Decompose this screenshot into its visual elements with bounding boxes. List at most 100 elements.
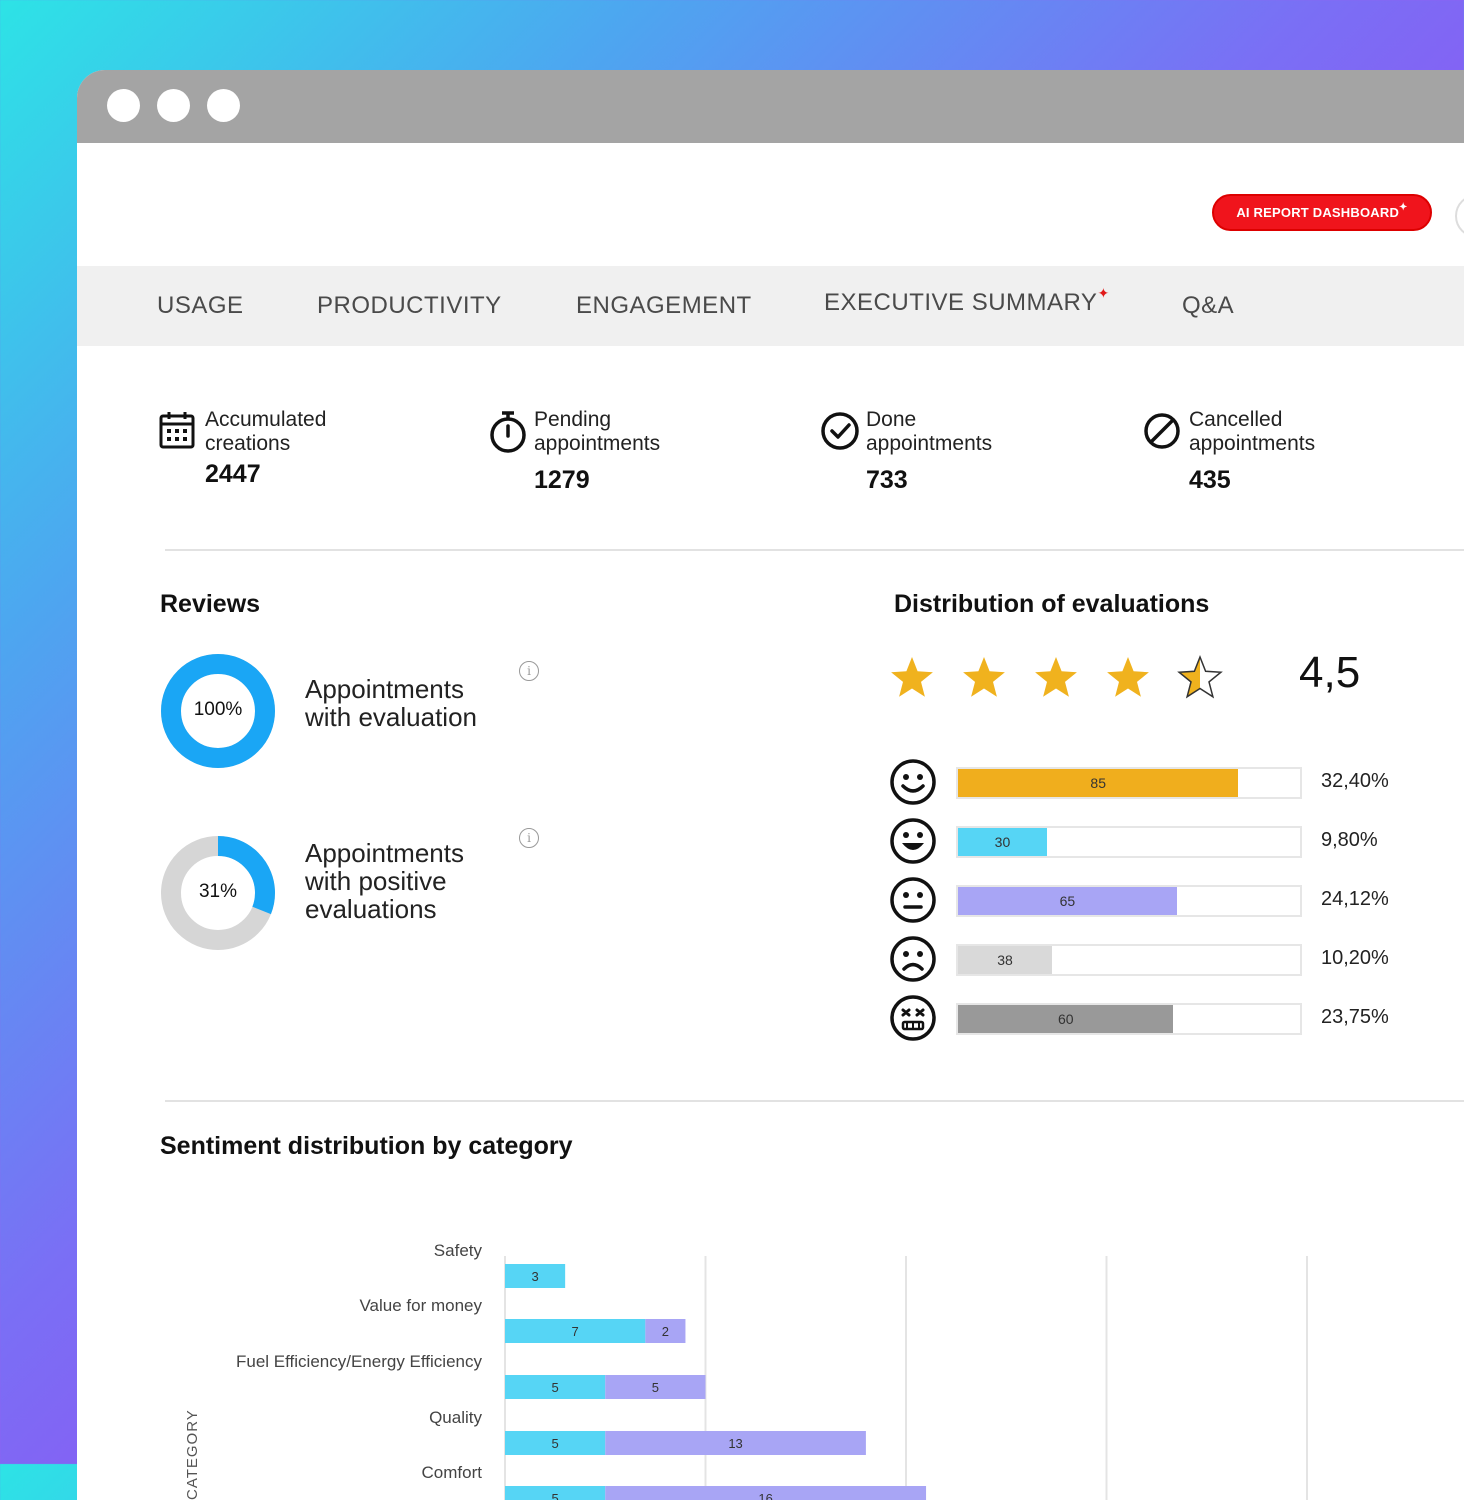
- distribution-percent: 23,75%: [1321, 1006, 1389, 1028]
- distribution-bar: 85: [958, 769, 1239, 797]
- kpi-label-line: creations: [205, 432, 291, 455]
- donut-value: 31%: [198, 881, 238, 902]
- distribution-bar: 38: [958, 946, 1053, 974]
- bar-value: 38: [997, 952, 1013, 968]
- sad-face-icon: [890, 936, 936, 982]
- ai-report-dashboard-button[interactable]: AI REPORT DASHBOARD ✦: [1212, 194, 1432, 231]
- star-icon: [963, 657, 1005, 697]
- neutral-face-icon: [890, 877, 936, 923]
- tab-label: EXECUTIVE SUMMARY: [824, 289, 1098, 316]
- distribution-percent: 10,20%: [1321, 947, 1389, 969]
- distribution-bar: 60: [958, 1005, 1174, 1033]
- ai-report-dashboard-label: AI REPORT DASHBOARD: [1236, 205, 1400, 220]
- bar-value: 60: [1057, 1011, 1074, 1027]
- bar-value: 85: [1090, 775, 1106, 791]
- kpi-label-line: Pending: [534, 408, 612, 431]
- sentiment-title: Sentiment distribution by category: [160, 1132, 573, 1160]
- chart-data-label: 5: [552, 1491, 559, 1500]
- very-happy-face-icon: [890, 759, 936, 805]
- chart-data-label: 5: [552, 1436, 559, 1451]
- chart-category-label: Quality: [429, 1408, 482, 1427]
- kpi-value: 2447: [205, 460, 261, 488]
- sentiment-chart: CATEGORY Safety 3 Value for money 7 2 Fuel Eff…: [184, 1241, 1308, 1500]
- section-divider: [165, 1100, 1464, 1102]
- distribution-bar-track: 85: [956, 767, 1302, 799]
- kpi-value: 435: [1189, 466, 1231, 494]
- chart-category-label: Value for money: [359, 1296, 482, 1315]
- cancel-circle-icon: [1144, 413, 1180, 449]
- tab-label: PRODUCTIVITY: [317, 292, 502, 319]
- user-avatar[interactable]: [1455, 194, 1464, 238]
- kpi-label-line: appointments: [534, 432, 661, 455]
- star-icon: [1035, 657, 1077, 697]
- reviews-title: Reviews: [160, 590, 261, 618]
- kpi-label: Done appointments: [866, 408, 992, 456]
- tab-label: Q&A: [1182, 292, 1235, 319]
- info-icon[interactable]: i: [519, 661, 539, 681]
- chart-data-label: 16: [758, 1491, 772, 1500]
- happy-face-icon: [890, 818, 936, 864]
- kpi-label-line: Cancelled: [1189, 408, 1283, 431]
- kpi-value: 1279: [534, 466, 590, 494]
- kpi-label: Accumulated creations: [205, 408, 326, 456]
- stopwatch-icon: [490, 411, 526, 453]
- star-icon: [1107, 657, 1149, 697]
- section-divider: [165, 549, 1464, 551]
- chart-data-label: 5: [552, 1380, 559, 1395]
- window-titlebar: [77, 70, 1464, 143]
- tab-usage[interactable]: USAGE: [157, 266, 244, 346]
- chart-data-label: 5: [652, 1380, 659, 1395]
- star-rating: [891, 654, 1223, 699]
- tab-productivity[interactable]: PRODUCTIVITY: [317, 266, 502, 346]
- distribution-percent: 32,40%: [1321, 770, 1389, 792]
- review-text-line: with evaluation: [305, 702, 477, 732]
- distribution-bar-track: 65: [956, 885, 1302, 917]
- distribution-bar: 65: [958, 887, 1177, 915]
- distribution-title: Distribution of evaluations: [894, 590, 1210, 618]
- kpi-label-line: appointments: [1189, 432, 1316, 455]
- distribution-percent: 9,80%: [1321, 829, 1378, 851]
- half-star-icon: [1177, 654, 1223, 699]
- distribution-bar-track: 60: [956, 1003, 1302, 1035]
- star-icon: [891, 657, 933, 697]
- kpi-label-line: appointments: [866, 432, 993, 455]
- kpi-value: 733: [866, 466, 908, 494]
- kpi-label-line: Accumulated: [205, 408, 327, 431]
- tab-bar: USAGE PRODUCTIVITY ENGAGEMENT EXECUTIVE …: [77, 266, 1464, 346]
- review-text-line: with positive: [305, 866, 447, 896]
- review-text-line: evaluations: [305, 894, 437, 924]
- tab-engagement[interactable]: ENGAGEMENT: [576, 266, 752, 346]
- review-description: Appointments with positive evaluations: [305, 839, 464, 923]
- chart-axis-label: CATEGORY: [184, 1409, 201, 1500]
- bar-value: 65: [1059, 893, 1076, 909]
- distribution-percent: 24,12%: [1321, 888, 1389, 910]
- chart-data-label: 3: [531, 1269, 538, 1284]
- rating-value: 4,5: [1299, 648, 1361, 697]
- bar-value: 30: [994, 834, 1011, 850]
- tab-executive-summary[interactable]: EXECUTIVE SUMMARY ✦: [824, 263, 1110, 343]
- chart-category-label: Safety: [434, 1241, 483, 1260]
- kpi-label: Pending appointments: [534, 408, 660, 456]
- review-text-line: Appointments: [305, 674, 464, 704]
- chart-data-label: 7: [572, 1324, 579, 1339]
- sparkle-icon: ✦: [1399, 202, 1408, 213]
- chart-category-label: Comfort: [422, 1463, 483, 1482]
- chart-data-label: 13: [728, 1436, 742, 1451]
- donut-value: 100%: [193, 699, 243, 720]
- browser-window: AI REPORT DASHBOARD ✦ USAGE PRODUCTIVITY …: [77, 70, 1464, 1500]
- sparkle-icon: ✦: [1097, 284, 1110, 301]
- kpi-label-line: Done: [866, 408, 917, 431]
- window-dot-close[interactable]: [107, 89, 140, 122]
- angry-face-icon: [890, 995, 936, 1041]
- tab-label: USAGE: [157, 292, 244, 319]
- tab-label: ENGAGEMENT: [576, 292, 752, 319]
- review-text-line: Appointments: [305, 838, 464, 868]
- info-icon[interactable]: i: [519, 828, 539, 848]
- calendar-icon: [159, 412, 195, 449]
- window-dot-maximize[interactable]: [207, 89, 240, 122]
- distribution-bar-track: 38: [956, 944, 1302, 976]
- window-dot-minimize[interactable]: [157, 89, 190, 122]
- tab-qa[interactable]: Q&A: [1182, 266, 1234, 346]
- distribution-bar-track: 30: [956, 826, 1302, 858]
- chart-data-label: 2: [662, 1324, 669, 1339]
